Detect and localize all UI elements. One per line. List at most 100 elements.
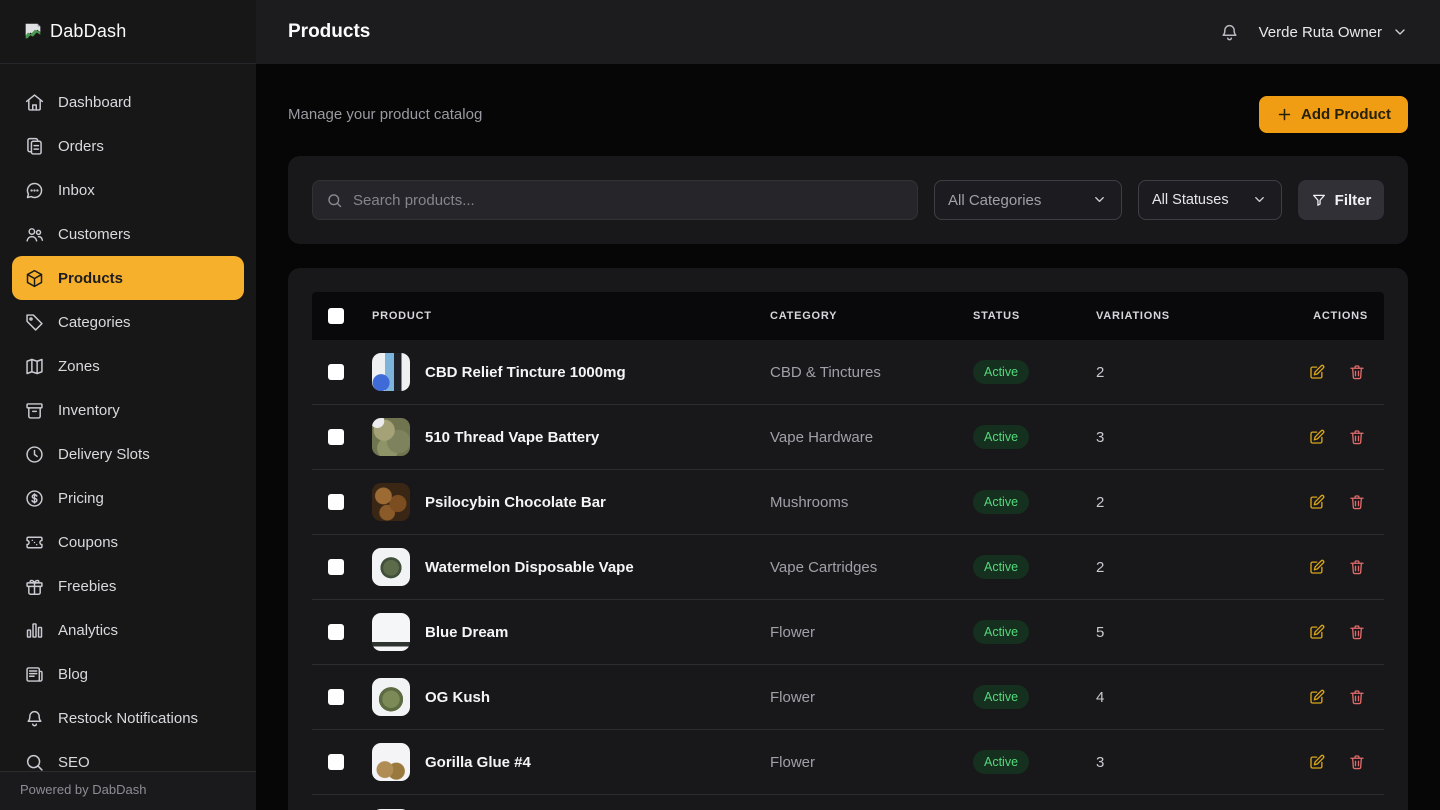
page-title: Products xyxy=(288,21,370,43)
category-filter-select[interactable]: All Categories xyxy=(934,180,1122,220)
sidebar-item-label: Blog xyxy=(58,666,88,683)
search-icon xyxy=(326,192,343,209)
row-checkbox[interactable] xyxy=(328,364,344,380)
filter-button[interactable]: Filter xyxy=(1298,180,1384,220)
status-filter-select[interactable]: All Statuses xyxy=(1138,180,1282,220)
sidebar-item-inventory[interactable]: Inventory xyxy=(12,388,244,432)
tag-icon xyxy=(24,312,45,333)
product-thumbnail xyxy=(372,418,410,456)
archive-box-icon xyxy=(24,400,45,421)
edit-icon[interactable] xyxy=(1308,688,1326,706)
status-filter-value: All Statuses xyxy=(1152,192,1229,208)
sidebar-item-categories[interactable]: Categories xyxy=(12,300,244,344)
table-row-partial xyxy=(312,795,1384,810)
users-icon xyxy=(24,224,45,245)
row-actions xyxy=(1308,558,1384,576)
product-thumbnail xyxy=(372,548,410,586)
trash-icon[interactable] xyxy=(1348,623,1366,641)
row-checkbox[interactable] xyxy=(328,624,344,640)
select-all-checkbox[interactable] xyxy=(328,308,344,324)
product-cell: Gorilla Glue #4 xyxy=(372,743,770,781)
trash-icon[interactable] xyxy=(1348,688,1366,706)
sidebar-item-pricing[interactable]: Pricing xyxy=(12,476,244,520)
add-product-label: Add Product xyxy=(1301,106,1391,123)
product-name: CBD Relief Tincture 1000mg xyxy=(425,364,626,381)
page-subheader: Manage your product catalog Add Product xyxy=(288,96,1408,132)
sidebar-item-label: Products xyxy=(58,270,123,287)
brand-logo[interactable]: DabDash xyxy=(0,0,256,64)
user-menu[interactable]: Verde Ruta Owner xyxy=(1259,24,1408,41)
dollar-circle-icon xyxy=(24,488,45,509)
sidebar-item-analytics[interactable]: Analytics xyxy=(12,608,244,652)
bell-icon xyxy=(24,708,45,729)
map-icon xyxy=(24,356,45,377)
edit-icon[interactable] xyxy=(1308,363,1326,381)
table-header-row: PRODUCT CATEGORY STATUS VARIATIONS ACTIO… xyxy=(312,292,1384,340)
row-checkbox[interactable] xyxy=(328,429,344,445)
row-actions xyxy=(1308,688,1384,706)
product-name: OG Kush xyxy=(425,689,490,706)
table-row: Blue Dream Flower Active 5 xyxy=(312,600,1384,665)
edit-icon[interactable] xyxy=(1308,558,1326,576)
sidebar-item-dashboard[interactable]: Dashboard xyxy=(12,80,244,124)
row-actions xyxy=(1308,753,1384,771)
trash-icon[interactable] xyxy=(1348,558,1366,576)
bell-icon[interactable] xyxy=(1219,21,1241,43)
sidebar-item-label: Customers xyxy=(58,226,131,243)
table-row: Psilocybin Chocolate Bar Mushrooms Activ… xyxy=(312,470,1384,535)
edit-icon[interactable] xyxy=(1308,753,1326,771)
ticket-icon xyxy=(24,532,45,553)
row-actions xyxy=(1308,493,1384,511)
sidebar-item-products[interactable]: Products xyxy=(12,256,244,300)
trash-icon[interactable] xyxy=(1348,753,1366,771)
status-badge: Active xyxy=(973,750,1029,774)
product-thumbnail xyxy=(372,483,410,521)
trash-icon[interactable] xyxy=(1348,428,1366,446)
sidebar-item-restock-notifications[interactable]: Restock Notifications xyxy=(12,696,244,740)
product-cell: Blue Dream xyxy=(372,613,770,651)
powered-by-text: Powered by DabDash xyxy=(20,782,146,797)
filter-button-label: Filter xyxy=(1335,192,1372,209)
row-checkbox[interactable] xyxy=(328,494,344,510)
add-product-button[interactable]: Add Product xyxy=(1259,96,1408,133)
sidebar-item-coupons[interactable]: Coupons xyxy=(12,520,244,564)
user-name: Verde Ruta Owner xyxy=(1259,24,1382,41)
trash-icon[interactable] xyxy=(1348,493,1366,511)
sidebar-item-freebies[interactable]: Freebies xyxy=(12,564,244,608)
chevron-down-icon xyxy=(1092,192,1108,208)
sidebar-item-inbox[interactable]: Inbox xyxy=(12,168,244,212)
bar-chart-icon xyxy=(24,620,45,641)
edit-icon[interactable] xyxy=(1308,493,1326,511)
sidebar-item-label: Categories xyxy=(58,314,131,331)
table-row: Watermelon Disposable Vape Vape Cartridg… xyxy=(312,535,1384,600)
product-cell: Psilocybin Chocolate Bar xyxy=(372,483,770,521)
row-checkbox[interactable] xyxy=(328,559,344,575)
page-subtitle: Manage your product catalog xyxy=(288,106,482,123)
row-actions xyxy=(1308,623,1384,641)
search-input[interactable] xyxy=(353,192,904,209)
variations-count: 3 xyxy=(1096,429,1244,446)
category-filter-value: All Categories xyxy=(948,192,1041,209)
trash-icon[interactable] xyxy=(1348,363,1366,381)
main-column: Products Verde Ruta Owner Manage your pr… xyxy=(256,0,1440,810)
sidebar-item-label: Delivery Slots xyxy=(58,446,150,463)
row-checkbox[interactable] xyxy=(328,754,344,770)
sidebar-item-delivery-slots[interactable]: Delivery Slots xyxy=(12,432,244,476)
status-badge: Active xyxy=(973,685,1029,709)
sidebar-item-orders[interactable]: Orders xyxy=(12,124,244,168)
row-actions xyxy=(1308,363,1384,381)
edit-icon[interactable] xyxy=(1308,623,1326,641)
table-row: CBD Relief Tincture 1000mg CBD & Tinctur… xyxy=(312,340,1384,405)
status-badge: Active xyxy=(973,425,1029,449)
sidebar-item-zones[interactable]: Zones xyxy=(12,344,244,388)
edit-icon[interactable] xyxy=(1308,428,1326,446)
sidebar-item-blog[interactable]: Blog xyxy=(12,652,244,696)
product-name: Blue Dream xyxy=(425,624,508,641)
product-category: Mushrooms xyxy=(770,494,973,511)
cube-icon xyxy=(24,268,45,289)
top-header: Products Verde Ruta Owner xyxy=(256,0,1440,64)
row-checkbox[interactable] xyxy=(328,689,344,705)
product-thumbnail xyxy=(372,613,410,651)
sidebar-item-customers[interactable]: Customers xyxy=(12,212,244,256)
broken-image-icon xyxy=(22,21,44,43)
